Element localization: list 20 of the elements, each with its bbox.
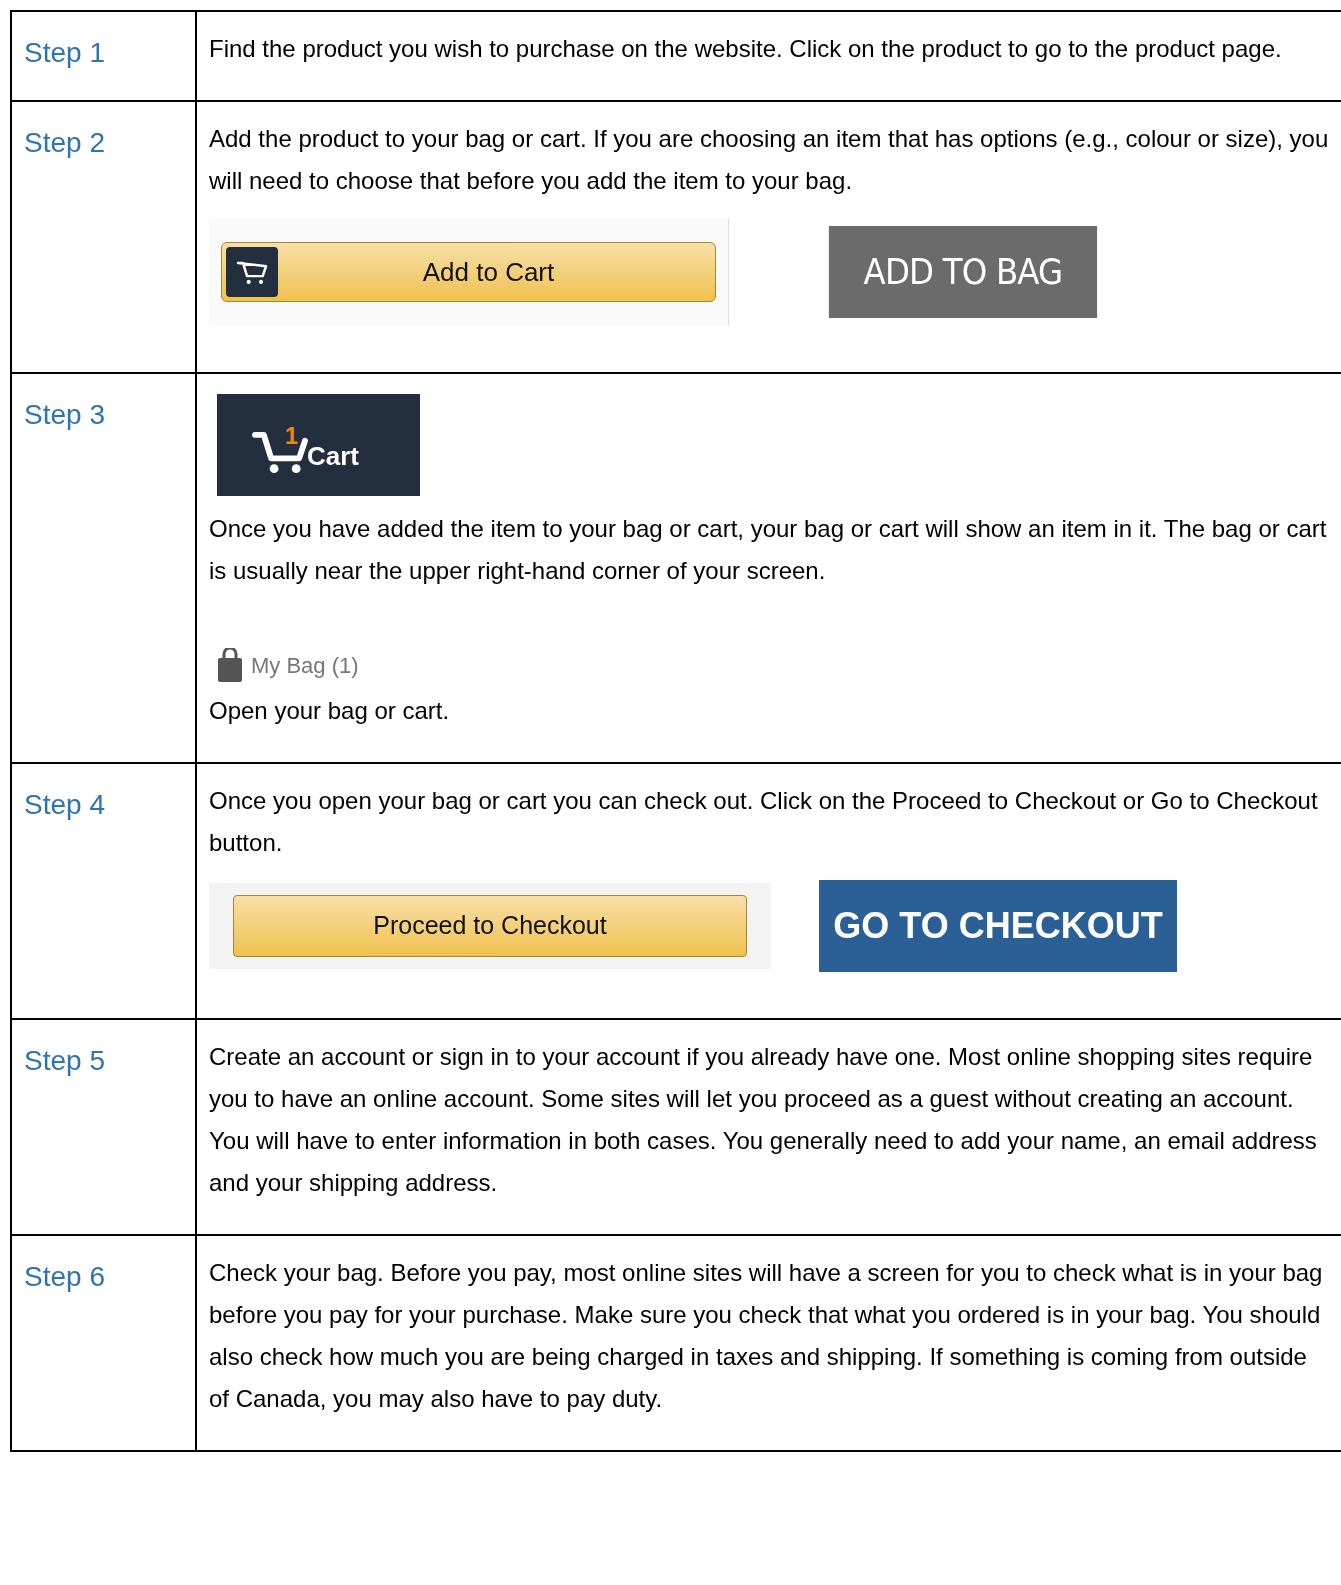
step-label: Step 4 — [24, 789, 105, 820]
step-text: Check your bag. Before you pay, most online sites will have a screen for you to check what is in your bag before you pay for your purchase. Make sure you check that what you ordered is in your bag. You should also check how much you are being charged in taxes and shipping. If something is coming from outside of Canada, you may also have to pay duty. — [209, 1258, 1324, 1414]
go-to-checkout-button[interactable]: GO TO CHECKOUT — [819, 880, 1177, 972]
step-label: Step 5 — [24, 1045, 105, 1076]
step-text: Once you open your bag or cart you can check out. Click on the Proceed to Checkout or Go to Checkout button. — [209, 786, 1319, 858]
step-text: Find the product you wish to purchase on the website. Click on the product to go to the product page. — [209, 34, 1282, 64]
step-label: Step 6 — [24, 1261, 105, 1292]
step-label: Step 3 — [24, 399, 105, 430]
step-text: Add the product to your bag or cart. If you are choosing an item that has options (e.g., colour or size), you will need to choose that before you add the item to your bag. — [209, 124, 1330, 196]
add-to-bag-button[interactable]: ADD TO BAG — [828, 226, 1098, 318]
my-bag-link[interactable]: My Bag (1) — [217, 648, 359, 682]
step-text: Open your bag or cart. — [209, 696, 450, 726]
step-label: Step 1 — [24, 37, 105, 68]
step-label: Step 2 — [24, 127, 105, 158]
proceed-to-checkout-button[interactable]: Proceed to Checkout — [233, 895, 747, 957]
step-text: Create an account or sign in to your account if you already have one. Most online shopping sites require you to have an online account. Some sites will let you proceed as a guest without creating an account. You will have to enter information in both cases. You generally need to add your name, an email address and your shipping address. — [209, 1042, 1318, 1198]
cart-button[interactable]: 1 Cart — [217, 394, 420, 496]
add-to-cart-button[interactable]: Add to Cart — [221, 242, 716, 302]
shopping-bag-icon — [217, 648, 243, 682]
step-text: Once you have added the item to your bag or cart, your bag or cart will show an item in it. The bag or cart is usually near the upper right-hand corner of your screen. — [209, 514, 1328, 586]
